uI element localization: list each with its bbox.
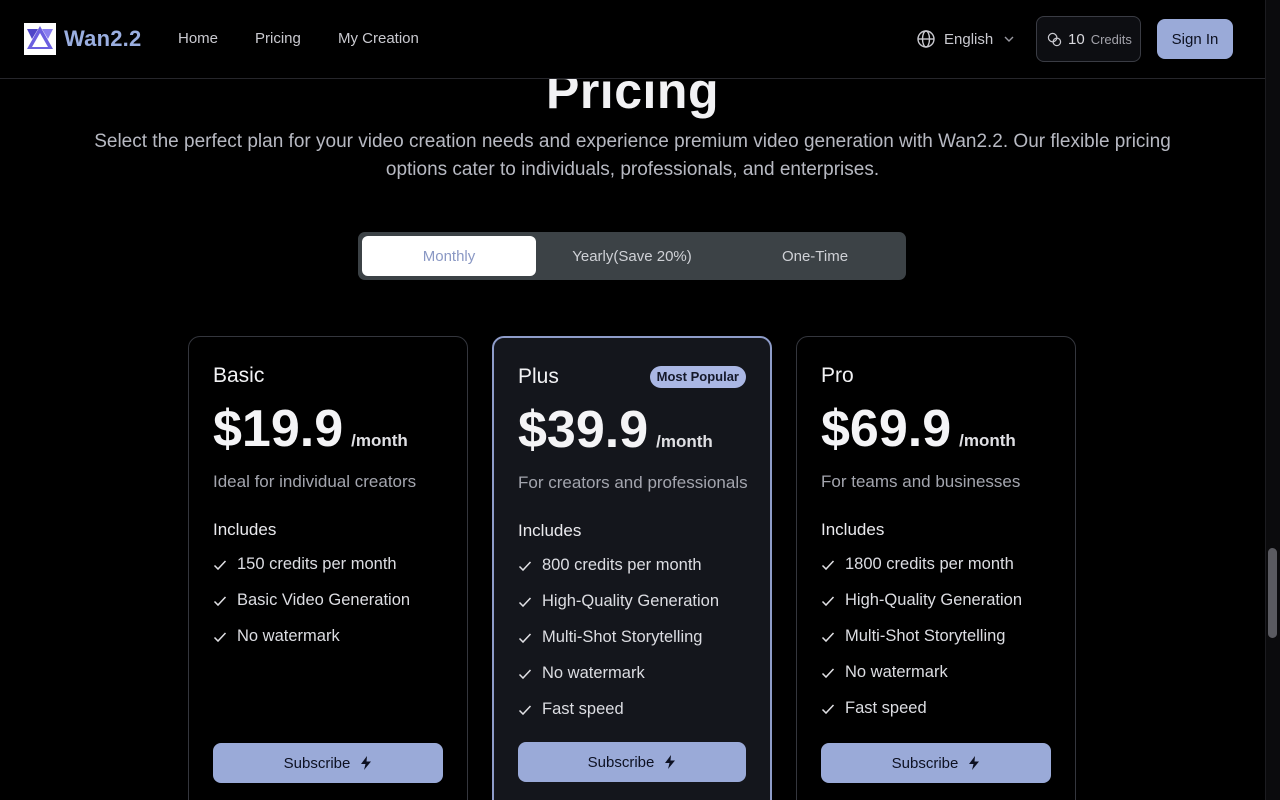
language-selector[interactable]: English — [916, 28, 1015, 50]
check-icon — [213, 596, 227, 607]
check-icon — [821, 560, 835, 571]
lightning-bolt-icon — [969, 756, 980, 770]
page-scrollbar-track[interactable] — [1265, 0, 1280, 800]
subscribe-label: Subscribe — [283, 754, 351, 772]
coins-icon — [1047, 32, 1062, 46]
includes-heading: Includes — [821, 520, 885, 539]
feature-item: High-Quality Generation — [518, 592, 719, 628]
check-icon — [821, 596, 835, 607]
feature-item: Multi-Shot Storytelling — [821, 627, 1022, 663]
nav-pricing-link[interactable]: Pricing — [255, 30, 301, 47]
wan-logo-icon[interactable] — [24, 23, 56, 55]
feature-item: Basic Video Generation — [213, 591, 410, 627]
language-label: English — [944, 30, 994, 48]
plan-card-basic: Basic $19.9 /month Ideal for individual … — [188, 336, 468, 800]
subscribe-label: Subscribe — [891, 754, 959, 772]
subscribe-label: Subscribe — [587, 753, 655, 771]
credits-balance[interactable]: 10 Credits — [1036, 16, 1141, 62]
feature-item: No watermark — [821, 663, 1022, 699]
includes-heading: Includes — [213, 520, 277, 539]
billing-period-toggle: Monthly Yearly(Save 20%) One-Time — [358, 232, 906, 280]
plan-price-period: /month — [656, 432, 713, 451]
page-scrollbar-thumb[interactable] — [1268, 548, 1277, 638]
chevron-down-icon — [1004, 36, 1014, 42]
plan-name: Plus — [518, 365, 559, 388]
check-icon — [821, 632, 835, 643]
plan-description: For creators and professionals — [518, 473, 748, 492]
globe-icon — [917, 30, 935, 48]
subscribe-button-plus[interactable]: Subscribe — [518, 742, 746, 782]
feature-item: Fast speed — [518, 700, 719, 736]
plan-price: $69.9 /month — [821, 399, 1016, 459]
lightning-bolt-icon — [361, 756, 372, 770]
plan-price-period: /month — [351, 431, 408, 450]
plan-price-period: /month — [959, 431, 1016, 450]
billing-option-one-time[interactable]: One-Time — [728, 236, 902, 276]
check-icon — [518, 669, 532, 680]
plan-price: $19.9 /month — [213, 399, 408, 459]
plan-name: Pro — [821, 364, 854, 387]
check-icon — [518, 597, 532, 608]
plan-price-amount: $69.9 — [821, 400, 952, 458]
subscribe-button-pro[interactable]: Subscribe — [821, 743, 1051, 783]
plan-price-amount: $39.9 — [518, 401, 649, 459]
check-icon — [518, 561, 532, 572]
feature-item: 150 credits per month — [213, 555, 410, 591]
credits-count: 10 — [1068, 30, 1085, 48]
check-icon — [213, 632, 227, 643]
feature-item: No watermark — [213, 627, 410, 663]
feature-item: 800 credits per month — [518, 556, 719, 592]
plan-card-plus: Plus Most Popular $39.9 /month For creat… — [492, 336, 772, 800]
check-icon — [821, 704, 835, 715]
most-popular-badge: Most Popular — [649, 366, 746, 388]
plan-description: Ideal for individual creators — [213, 472, 417, 491]
brand-name[interactable]: Wan2.2 — [64, 26, 141, 52]
feature-item: No watermark — [518, 664, 719, 700]
sign-in-button[interactable]: Sign In — [1157, 19, 1233, 59]
feature-item: Fast speed — [821, 699, 1022, 735]
feature-item: 1800 credits per month — [821, 555, 1022, 591]
credits-label: Credits — [1090, 31, 1132, 47]
subscribe-button-basic[interactable]: Subscribe — [213, 743, 443, 783]
feature-item: High-Quality Generation — [821, 591, 1022, 627]
includes-heading: Includes — [518, 521, 582, 540]
plan-price: $39.9 /month — [518, 400, 713, 460]
check-icon — [518, 633, 532, 644]
feature-list: 150 credits per month Basic Video Genera… — [213, 555, 410, 663]
plan-price-amount: $19.9 — [213, 400, 344, 458]
feature-list: 800 credits per month High-Quality Gener… — [518, 556, 719, 736]
check-icon — [518, 705, 532, 716]
billing-option-yearly[interactable]: Yearly(Save 20%) — [545, 236, 719, 276]
plan-description: For teams and businesses — [821, 472, 1021, 491]
check-icon — [213, 560, 227, 571]
nav-my-creation-link[interactable]: My Creation — [338, 30, 419, 47]
nav-home-link[interactable]: Home — [178, 30, 218, 47]
plan-card-pro: Pro $69.9 /month For teams and businesse… — [796, 336, 1076, 800]
feature-list: 1800 credits per month High-Quality Gene… — [821, 555, 1022, 735]
check-icon — [821, 668, 835, 679]
feature-item: Multi-Shot Storytelling — [518, 628, 719, 664]
page-subtitle: Select the perfect plan for your video c… — [94, 131, 1171, 180]
top-nav-bar: Wan2.2 Home Pricing My Creation English … — [0, 0, 1265, 79]
lightning-bolt-icon — [665, 755, 676, 769]
plan-name: Basic — [213, 364, 265, 387]
billing-option-monthly[interactable]: Monthly — [362, 236, 536, 276]
